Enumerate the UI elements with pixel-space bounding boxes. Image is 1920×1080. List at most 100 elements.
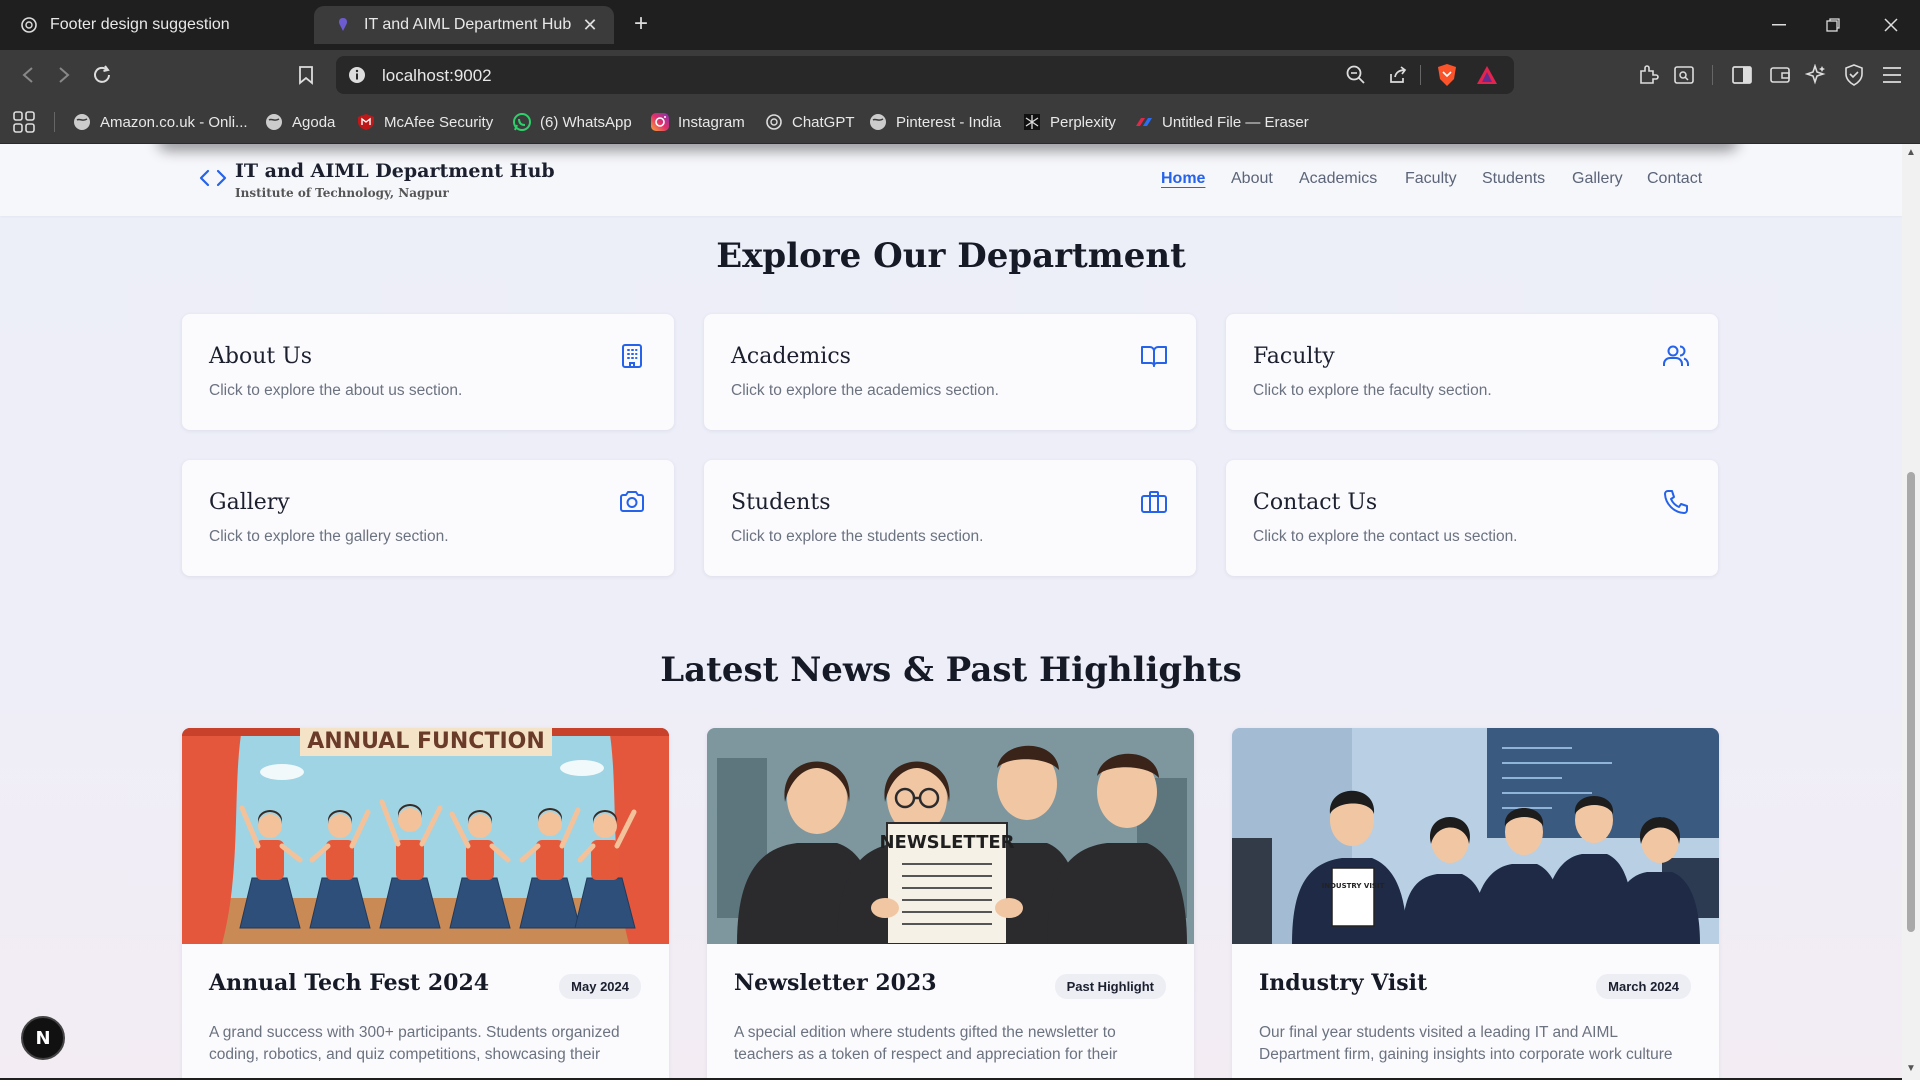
- sidebar-icon[interactable]: [1728, 61, 1756, 89]
- news-card-tech-fest[interactable]: ANNUAL FUNCTION Annual Tech Fest 2024 Ma…: [182, 728, 669, 1078]
- card-contact-us[interactable]: Contact Us Click to explore the contact …: [1226, 460, 1718, 576]
- image-caption: ANNUAL FUNCTION: [307, 729, 545, 754]
- new-tab-button[interactable]: +: [628, 12, 654, 38]
- card-desc: Click to explore the about us section.: [209, 382, 463, 399]
- code-icon: [199, 169, 227, 187]
- date-badge: March 2024: [1596, 974, 1691, 999]
- phone-icon: [1664, 490, 1688, 514]
- card-academics[interactable]: Academics Click to explore the academics…: [704, 314, 1196, 430]
- zoom-icon[interactable]: [1346, 65, 1366, 90]
- nav-students[interactable]: Students: [1482, 170, 1545, 188]
- card-desc: Click to explore the contact us section.: [1253, 528, 1518, 545]
- tab-title: Footer design suggestion: [50, 16, 230, 33]
- eraser-icon: [1134, 112, 1154, 132]
- card-about-us[interactable]: About Us Click to explore the about us s…: [182, 314, 674, 430]
- page-viewport: IT and AIML Department Hub Institute of …: [0, 144, 1902, 1078]
- news-desc: A special edition where students gifted …: [734, 1024, 1118, 1063]
- bookmark-pinterest[interactable]: Pinterest - India: [868, 110, 1001, 134]
- bookmark-instagram[interactable]: Instagram: [650, 110, 745, 134]
- close-window-icon[interactable]: [1876, 10, 1906, 40]
- card-students[interactable]: Students Click to explore the students s…: [704, 460, 1196, 576]
- image-caption: INDUSTRY VISIT: [1322, 882, 1385, 890]
- bookmark-agoda[interactable]: Agoda: [264, 110, 335, 134]
- bookmark-label: McAfee Security: [384, 113, 494, 131]
- industry-visit-illustration: INDUSTRY VISIT: [1232, 728, 1719, 944]
- highlight-badge: Past Highlight: [1054, 974, 1166, 999]
- book-icon: [1141, 346, 1167, 367]
- back-icon[interactable]: [14, 61, 42, 89]
- globe-icon: [868, 112, 888, 132]
- nextjs-dev-badge[interactable]: N: [21, 1016, 65, 1060]
- bookmark-mcafee[interactable]: McAfee Security: [356, 110, 493, 134]
- card-desc: Click to explore the faculty section.: [1253, 382, 1492, 399]
- nav-faculty[interactable]: Faculty: [1405, 170, 1457, 188]
- restore-icon[interactable]: [1818, 10, 1848, 40]
- card-title: Gallery: [209, 490, 290, 515]
- wallet-icon[interactable]: [1766, 61, 1794, 89]
- tab-footer-design[interactable]: Footer design suggestion: [0, 6, 310, 44]
- nav-home[interactable]: Home: [1161, 170, 1205, 188]
- browser-toolbar: localhost:9002: [0, 50, 1920, 100]
- tab-title: IT and AIML Department Hub: [364, 16, 572, 33]
- tab-bar: Footer design suggestion IT and AIML Dep…: [0, 0, 1920, 50]
- forward-icon[interactable]: [50, 61, 78, 89]
- news-desc: Our final year students visited a leadin…: [1259, 1024, 1673, 1063]
- image-caption: NEWSLETTER: [879, 832, 1014, 853]
- brave-shields-icon[interactable]: [1436, 63, 1458, 92]
- close-tab-icon[interactable]: ✕: [580, 15, 600, 35]
- extensions-icon[interactable]: [1634, 61, 1662, 89]
- perplexity-icon: [1022, 112, 1042, 132]
- nav-contact[interactable]: Contact: [1647, 170, 1702, 188]
- newsletter-illustration: NEWSLETTER: [707, 728, 1194, 944]
- briefcase-icon: [1141, 491, 1167, 513]
- news-title: Newsletter 2023: [734, 970, 937, 996]
- site-favicon-icon: [334, 16, 352, 34]
- bookmark-whatsapp[interactable]: (6) WhatsApp: [512, 110, 632, 134]
- news-title: Industry Visit: [1259, 970, 1428, 996]
- tab-department-hub[interactable]: IT and AIML Department Hub ✕: [314, 6, 614, 44]
- chatgpt-icon: [764, 112, 784, 132]
- vpn-icon[interactable]: [1840, 61, 1868, 89]
- page-scrollbar[interactable]: ▲ ▼: [1902, 144, 1920, 1080]
- card-gallery[interactable]: Gallery Click to explore the gallery sec…: [182, 460, 674, 576]
- news-card-industry-visit[interactable]: INDUSTRY VISIT Industry Visit March 2024…: [1232, 728, 1719, 1078]
- card-faculty[interactable]: Faculty Click to explore the faculty sec…: [1226, 314, 1718, 430]
- card-desc: Click to explore the academics section.: [731, 382, 999, 399]
- share-icon[interactable]: [1388, 65, 1408, 90]
- whatsapp-icon: [512, 112, 532, 132]
- scroll-thumb[interactable]: [1907, 472, 1915, 932]
- divider: [1712, 65, 1713, 85]
- nav-about[interactable]: About: [1231, 170, 1273, 188]
- bookmark-amazon[interactable]: Amazon.co.uk - Onli...: [72, 110, 248, 134]
- bookmark-label: Untitled File — Eraser: [1162, 113, 1309, 131]
- nav-gallery[interactable]: Gallery: [1572, 170, 1623, 188]
- leo-ai-icon[interactable]: [1802, 61, 1830, 89]
- news-card-newsletter[interactable]: NEWSLETTER Newsletter 2023 Past Highligh…: [707, 728, 1194, 1078]
- card-title: Faculty: [1253, 344, 1335, 369]
- bookmark-label: Instagram: [678, 113, 745, 131]
- bookmark-perplexity[interactable]: Perplexity: [1022, 110, 1116, 134]
- camera-icon: [620, 491, 644, 512]
- scroll-up-icon[interactable]: ▲: [1906, 148, 1916, 158]
- menu-icon[interactable]: [1878, 61, 1906, 89]
- nav-academics[interactable]: Academics: [1299, 170, 1377, 188]
- reader-icon[interactable]: [1670, 61, 1698, 89]
- annual-function-illustration: ANNUAL FUNCTION: [182, 728, 669, 944]
- site-subtitle: Institute of Technology, Nagpur: [235, 186, 449, 200]
- card-title: Academics: [731, 344, 851, 369]
- minimize-icon[interactable]: [1764, 10, 1794, 40]
- reload-icon[interactable]: [88, 61, 116, 89]
- apps-grid-icon[interactable]: [13, 111, 35, 138]
- site-info-icon[interactable]: [348, 66, 366, 89]
- bookmark-chatgpt[interactable]: ChatGPT: [764, 110, 855, 134]
- chatgpt-icon: [20, 16, 38, 34]
- bookmark-icon[interactable]: [292, 61, 320, 89]
- address-bar[interactable]: localhost:9002: [336, 56, 1514, 94]
- explore-heading: Explore Our Department: [716, 236, 1186, 276]
- bookmark-eraser[interactable]: Untitled File — Eraser: [1134, 110, 1309, 134]
- brave-rewards-icon[interactable]: [1476, 65, 1498, 90]
- site-title[interactable]: IT and AIML Department Hub: [235, 160, 555, 182]
- divider: [1420, 65, 1421, 85]
- nextjs-badge-label: N: [35, 1027, 51, 1049]
- scroll-down-icon[interactable]: ▼: [1906, 1064, 1916, 1074]
